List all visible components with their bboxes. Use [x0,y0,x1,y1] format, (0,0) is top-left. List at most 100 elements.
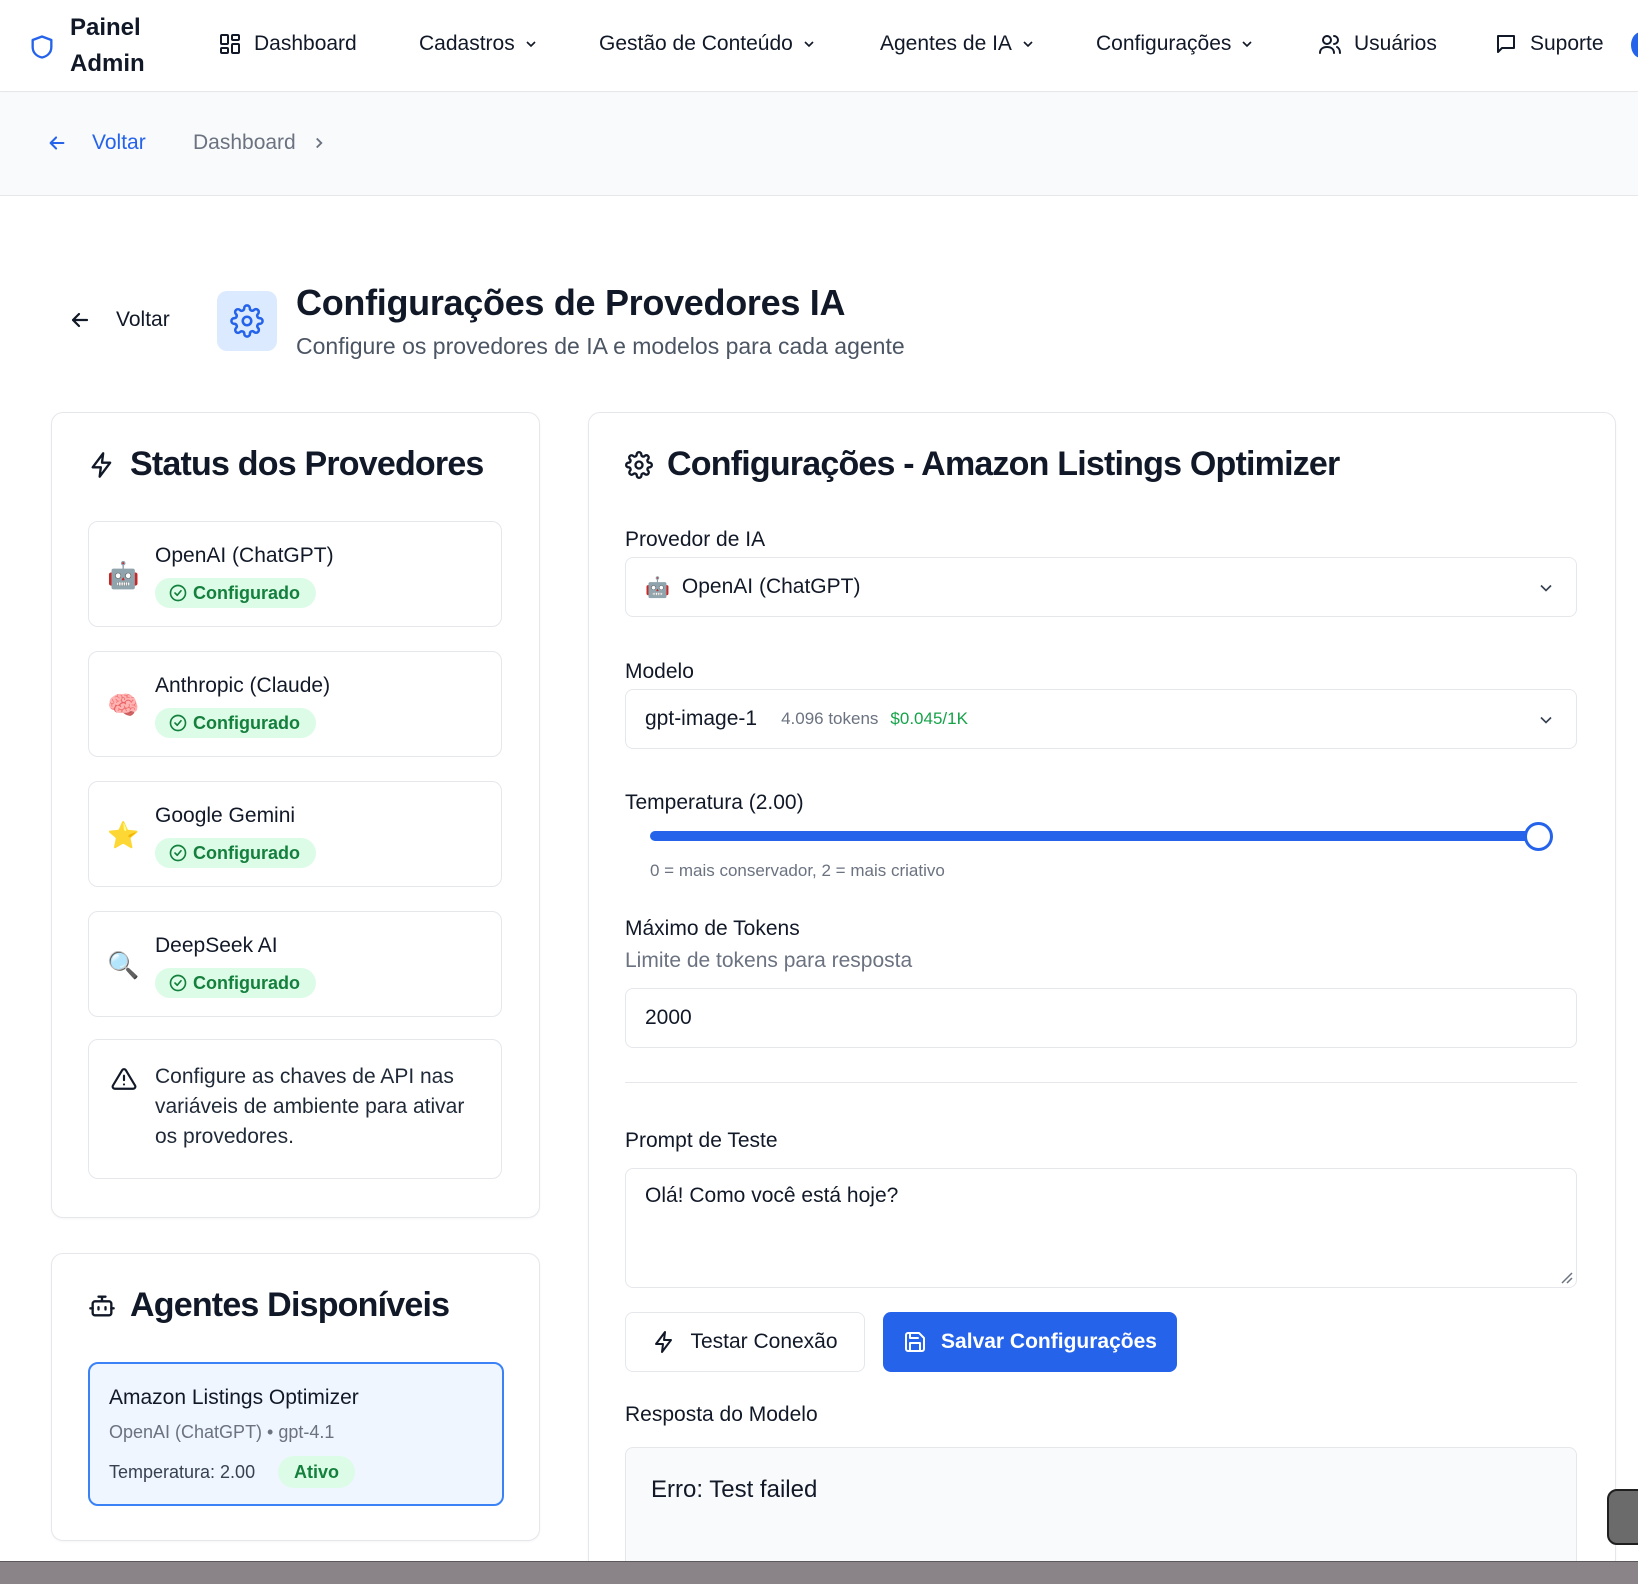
nav-agentes-ia[interactable]: Agentes de IA [880,26,1036,62]
zap-icon [655,1331,673,1353]
top-navbar: Painel Admin Dashboard Cadastros Gestão … [0,0,1638,92]
nav-dashboard-label: Dashboard [254,32,357,55]
temperature-slider-track[interactable] [650,831,1544,841]
resize-grip-icon[interactable] [1559,1270,1573,1284]
chevron-down-icon [1023,41,1033,48]
provider-status-title: Status dos Provedores [130,445,484,483]
check-circle-icon [169,584,187,602]
nav-usuarios-label: Usuários [1354,32,1437,55]
nav-cadastros[interactable]: Cadastros [419,26,539,62]
status-badge: Configurado [155,708,316,738]
config-title: Configurações - Amazon Listings Optimize… [667,445,1340,483]
provider-item-anthropic: 🧠 Anthropic (Claude) Configurado [88,651,502,757]
agent-meta: OpenAI (ChatGPT) • gpt-4.1 [109,1422,335,1442]
star-icon: ⭐ [107,820,140,850]
provider-select[interactable]: 🤖 OpenAI (ChatGPT) [625,557,1577,617]
agent-item-amazon-listings-optimizer[interactable]: Amazon Listings Optimizer OpenAI (ChatGP… [88,1362,504,1506]
temperature-label: Temperatura (2.00) [625,791,804,814]
shield-icon [31,35,53,59]
response-label: Resposta do Modelo [625,1403,818,1426]
brand-line-2: Admin [70,50,145,77]
chevron-right-icon [315,137,323,149]
test-connection-button[interactable]: Testar Conexão [625,1312,865,1372]
test-connection-label: Testar Conexão [690,1330,838,1353]
nav-usuarios[interactable]: Usuários [1318,26,1437,62]
model-select[interactable]: gpt-image-1 4.096 tokens $0.045/1K [625,689,1577,749]
agent-status-badge: Ativo [278,1456,355,1488]
brand-name: Painel Admin [70,10,145,82]
status-badge-label: Configurado [193,842,300,863]
provider-name: DeepSeek AI [155,934,278,957]
page-back-label: Voltar [116,308,170,331]
model-price: $0.045/1K [890,709,968,728]
config-heading: Configurações - Amazon Listings Optimize… [625,445,1340,484]
chevron-down-icon [1242,41,1253,48]
chevron-down-icon [804,41,814,48]
model-response-box: Erro: Test failed [625,1447,1577,1577]
magnifier-icon: 🔍 [107,950,140,980]
max-tokens-value: 2000 [645,1006,692,1029]
model-response-text: Erro: Test failed [651,1476,818,1503]
provider-name: Google Gemini [155,804,296,827]
model-label: Modelo [625,660,694,683]
page-back-button[interactable]: Voltar [68,308,170,332]
chevron-down-icon [1540,716,1552,724]
prompt-value: Olá! Como você está hoje? [645,1184,899,1207]
alert-triangle-icon [111,1068,137,1090]
provider-item-deepseek: 🔍 DeepSeek AI Configurado [88,911,502,1017]
provider-name: Anthropic (Claude) [155,674,331,697]
chevron-down-icon [526,41,536,48]
check-circle-icon [169,974,187,992]
nav-configuracoes[interactable]: Configurações [1096,26,1255,62]
breadcrumb-current: Dashboard [193,131,296,154]
save-icon [905,1332,926,1352]
agents-card: Agentes Disponíveis Amazon Listings Opti… [51,1253,540,1541]
provider-label: Provedor de IA [625,528,766,551]
status-badge: Configurado [155,578,316,608]
status-badge: Configurado [155,968,316,998]
provider-name: OpenAI (ChatGPT) [155,544,334,567]
users-icon [1319,35,1341,54]
breadcrumb-back-link[interactable]: Voltar [46,131,146,155]
user-avatar[interactable] [1631,32,1638,58]
nav-gestao-conteudo[interactable]: Gestão de Conteúdo [599,26,817,62]
divider [625,1082,1577,1083]
prompt-label: Prompt de Teste [625,1129,778,1152]
max-tokens-hint: Limite de tokens para resposta [625,949,913,972]
agent-config-card: Configurações - Amazon Listings Optimize… [588,412,1616,1577]
max-tokens-label: Máximo de Tokens [625,917,800,940]
message-square-icon [1497,35,1515,53]
provider-item-gemini: ⭐ Google Gemini Configurado [88,781,502,887]
save-settings-button[interactable]: Salvar Configurações [883,1312,1177,1372]
breadcrumb: Voltar Dashboard [0,93,1638,196]
temperature-slider-thumb[interactable] [1524,822,1553,851]
status-badge-label: Configurado [193,582,300,603]
check-circle-icon [169,714,187,732]
settings-badge [217,291,277,351]
status-badge-label: Configurado [193,712,300,733]
arrow-left-icon [71,312,89,328]
provider-select-value: OpenAI (ChatGPT) [681,575,861,598]
model-tokens: 4.096 tokens [781,709,879,728]
max-tokens-input[interactable]: 2000 [625,988,1577,1048]
nav-cadastros-label: Cadastros [419,32,515,55]
nav-suporte[interactable]: Suporte [1494,26,1604,62]
bot-icon [89,1295,115,1316]
agents-heading: Agentes Disponíveis [88,1286,450,1325]
breadcrumb-dashboard-link[interactable]: Dashboard [193,131,328,155]
provider-item-openai: 🤖 OpenAI (ChatGPT) Configurado [88,521,502,627]
chevron-down-icon [1540,584,1552,592]
brand[interactable]: Painel Admin [28,10,145,82]
nav-dashboard[interactable]: Dashboard [218,26,357,62]
prompt-textarea[interactable]: Olá! Como você está hoje? [625,1168,1577,1288]
nav-gestao-label: Gestão de Conteúdo [599,32,793,55]
save-settings-label: Salvar Configurações [941,1330,1157,1353]
arrow-left-icon [49,136,65,150]
gear-icon [625,450,653,479]
brain-icon: 🧠 [107,690,140,720]
floating-handle[interactable] [1607,1489,1638,1545]
breadcrumb-back-label: Voltar [92,131,146,154]
page-title: Configurações de Provedores IA [296,282,846,323]
warning-text: Configure as chaves de API nas variáveis… [155,1065,465,1148]
zap-icon [91,451,112,478]
